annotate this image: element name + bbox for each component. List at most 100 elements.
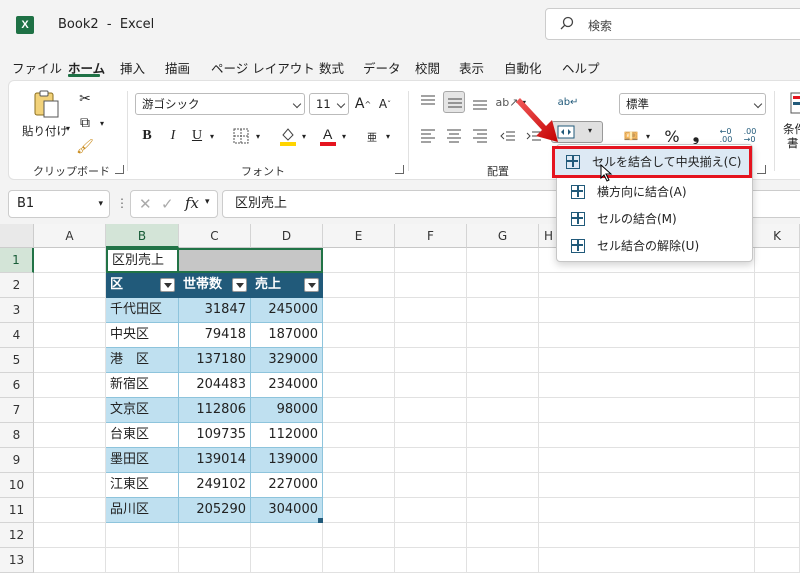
tab-formulas[interactable]: 数式 xyxy=(319,58,344,77)
table-cell[interactable]: 137180 xyxy=(179,348,251,373)
table-cell[interactable]: 187000 xyxy=(251,323,323,348)
grid-cell[interactable] xyxy=(251,548,323,573)
underline-button[interactable]: U xyxy=(189,125,205,147)
grid-cell[interactable] xyxy=(539,498,755,523)
grid-cell[interactable] xyxy=(34,348,106,373)
menu-item-merge-across[interactable]: 横方向に結合(A) xyxy=(561,179,750,205)
align-right-icon[interactable] xyxy=(471,127,489,145)
grid-cell[interactable] xyxy=(467,498,539,523)
table-cell[interactable]: 234000 xyxy=(251,373,323,398)
table-resize-handle[interactable] xyxy=(318,518,323,523)
grid-cell[interactable] xyxy=(395,523,467,548)
row-header-11[interactable]: 11 xyxy=(0,498,34,523)
grid-cell[interactable] xyxy=(34,548,106,573)
select-all-corner[interactable] xyxy=(0,224,34,248)
row-header-8[interactable]: 8 xyxy=(0,423,34,448)
paste-dropdown-chevron-down-icon[interactable]: ▾ xyxy=(63,123,73,133)
grid-cell[interactable] xyxy=(395,548,467,573)
copy-chevron-down-icon[interactable]: ▾ xyxy=(97,113,107,133)
grid-cell[interactable] xyxy=(467,398,539,423)
grid-cell[interactable] xyxy=(467,473,539,498)
table-cell[interactable]: 139014 xyxy=(179,448,251,473)
grid-cell[interactable] xyxy=(755,473,800,498)
grid-cell[interactable] xyxy=(755,323,800,348)
table-cell[interactable]: 江東区 xyxy=(106,473,179,498)
conditional-formatting-icon[interactable] xyxy=(789,91,800,115)
grid-cell[interactable] xyxy=(395,273,467,298)
copy-icon[interactable]: ⧉ xyxy=(75,113,95,133)
grid-cell[interactable] xyxy=(755,548,800,573)
row-header-13[interactable]: 13 xyxy=(0,548,34,573)
grid-cell[interactable] xyxy=(34,298,106,323)
grid-cell[interactable] xyxy=(539,523,755,548)
table-cell[interactable]: 205290 xyxy=(179,498,251,523)
table-cell[interactable]: 112806 xyxy=(179,398,251,423)
tab-view[interactable]: 表示 xyxy=(459,58,484,77)
row-header-1[interactable]: 1 xyxy=(0,248,34,273)
tab-data[interactable]: データ xyxy=(363,58,401,77)
borders-icon[interactable] xyxy=(233,128,249,144)
grid-cell[interactable] xyxy=(755,448,800,473)
grid-cell[interactable] xyxy=(323,498,395,523)
increase-font-size-icon[interactable]: A ^ xyxy=(353,93,373,115)
bold-button[interactable]: B xyxy=(139,125,155,147)
grid-cell[interactable] xyxy=(34,448,106,473)
column-header-c[interactable]: C xyxy=(179,224,251,248)
grid-cell[interactable] xyxy=(395,348,467,373)
grid-cell[interactable] xyxy=(34,273,106,298)
grid-cell[interactable] xyxy=(755,373,800,398)
grid-cell[interactable] xyxy=(395,323,467,348)
table-cell[interactable]: 中央区 xyxy=(106,323,179,348)
font-name-select[interactable]: 游ゴシック xyxy=(135,93,305,115)
font-color-chevron-down-icon[interactable]: ▾ xyxy=(339,125,349,147)
enter-icon[interactable]: ✓ xyxy=(161,195,174,213)
grid-cell[interactable] xyxy=(395,373,467,398)
table-cell[interactable]: 31847 xyxy=(179,298,251,323)
menu-item-unmerge-cells[interactable]: セル結合の解除(U) xyxy=(561,233,750,259)
column-header-g[interactable]: G xyxy=(467,224,539,248)
decrease-font-size-icon[interactable]: Aˇ xyxy=(375,93,395,115)
table-header-households[interactable]: 世帯数 xyxy=(179,273,251,298)
tab-insert[interactable]: 挿入 xyxy=(120,58,145,77)
name-box-chevron-down-icon[interactable]: ▾ xyxy=(98,191,103,217)
column-header-k[interactable]: K xyxy=(755,224,800,248)
row-header-6[interactable]: 6 xyxy=(0,373,34,398)
column-header-e[interactable]: E xyxy=(323,224,395,248)
grid-cell[interactable] xyxy=(539,548,755,573)
name-box[interactable]: B1 ▾ xyxy=(8,190,110,218)
table-cell[interactable]: 台東区 xyxy=(106,423,179,448)
grid-cell[interactable] xyxy=(539,423,755,448)
align-center-icon[interactable] xyxy=(445,127,463,145)
grid-cell[interactable] xyxy=(539,373,755,398)
table-cell[interactable]: 112000 xyxy=(251,423,323,448)
grid-cell[interactable] xyxy=(323,323,395,348)
table-header-ward[interactable]: 区 xyxy=(106,273,179,298)
underline-chevron-down-icon[interactable]: ▾ xyxy=(207,125,217,147)
cell-c1-d1-selection[interactable] xyxy=(179,248,323,273)
phonetic-chevron-down-icon[interactable]: ▾ xyxy=(383,125,393,147)
grid-cell[interactable] xyxy=(34,323,106,348)
grid-cell[interactable] xyxy=(106,523,179,548)
table-cell[interactable]: 204483 xyxy=(179,373,251,398)
tab-help[interactable]: ヘルプ xyxy=(562,58,600,77)
table-cell[interactable]: 98000 xyxy=(251,398,323,423)
row-header-9[interactable]: 9 xyxy=(0,448,34,473)
table-cell[interactable]: 227000 xyxy=(251,473,323,498)
grid-cell[interactable] xyxy=(251,523,323,548)
column-header-f[interactable]: F xyxy=(395,224,467,248)
grid-cell[interactable] xyxy=(395,473,467,498)
grid-cell[interactable] xyxy=(323,398,395,423)
grid-cell[interactable] xyxy=(467,273,539,298)
tab-automate[interactable]: 自動化 xyxy=(504,58,542,77)
table-cell[interactable]: 墨田区 xyxy=(106,448,179,473)
grid-cell[interactable] xyxy=(34,473,106,498)
grid-cell[interactable] xyxy=(34,373,106,398)
grid-cell[interactable] xyxy=(395,423,467,448)
cancel-icon[interactable]: ✕ xyxy=(139,195,152,213)
font-launcher-icon[interactable] xyxy=(395,165,404,174)
phonetic-guide-icon[interactable]: 亜 xyxy=(363,125,381,147)
align-top-icon[interactable] xyxy=(419,93,437,111)
italic-button[interactable]: I xyxy=(165,125,181,147)
grid-cell[interactable] xyxy=(467,373,539,398)
tab-draw[interactable]: 描画 xyxy=(165,58,190,77)
